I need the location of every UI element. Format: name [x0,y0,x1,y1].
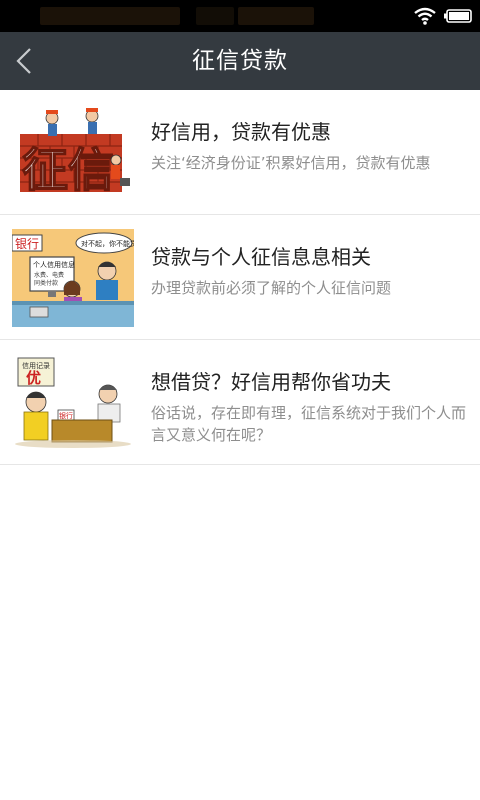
article-list: 征信 好信用，贷款有优惠 关注‘经济身份证’积累好信用，贷款有优惠 银行 对不起… [0,90,480,465]
list-item[interactable]: 征信 好信用，贷款有优惠 关注‘经济身份证’积累好信用，贷款有优惠 [0,90,480,215]
status-bar [0,0,480,32]
title-bar: 征信贷款 [0,32,480,90]
status-notification-area-3 [238,7,314,25]
article-title: 好信用，贷款有优惠 [151,120,331,144]
list-item[interactable]: 银行 对不起，你不能贷款! 个人信用信息 水费、电费同类付款 贷款与个人征信息息… [0,215,480,340]
thumb-credit-text: 征信 [22,143,114,197]
credit-bricks-illustration: 征信 [20,108,130,198]
status-notification-area-2 [196,7,234,25]
wifi-icon [414,7,436,25]
article-description: 办理贷款前必须了解的个人征信问题 [151,279,392,297]
article-title: 想借贷？好信用帮你省功夫 [151,370,391,394]
article-thumbnail: 银行 对不起，你不能贷款! 个人信用信息 水费、电费同类付款 [12,229,134,327]
article-thumbnail: 征信 [12,104,134,202]
credit-loan-illustration: 信用记录 优 银行 [12,354,134,452]
thumb-speech-bubble: 对不起，你不能贷款! [81,239,134,248]
thumb-screen-title: 个人信用信息 [33,260,75,269]
article-title: 贷款与个人征信息息相关 [151,245,371,269]
article-description: 俗话说，存在即有理，征信系统对于我们个人而言又意义何在呢？ [151,404,467,444]
thumb-bank-sign: 银行 [15,237,39,251]
page-title: 征信贷款 [192,48,288,74]
list-item[interactable]: 信用记录 优 银行 想借贷？好信用帮你省功夫 俗话说，存在即有理，征信系统对于我… [0,340,480,465]
thumb-bank-card: 银行 [59,411,73,420]
article-thumbnail: 信用记录 优 银行 [12,354,134,452]
battery-icon [444,9,472,23]
article-description: 关注‘经济身份证’积累好信用，贷款有优惠 [151,154,431,172]
status-notification-area [40,7,180,25]
thumb-record-grade: 优 [26,369,41,387]
bank-counter-illustration: 银行 对不起，你不能贷款! 个人信用信息 水费、电费同类付款 [12,229,134,327]
